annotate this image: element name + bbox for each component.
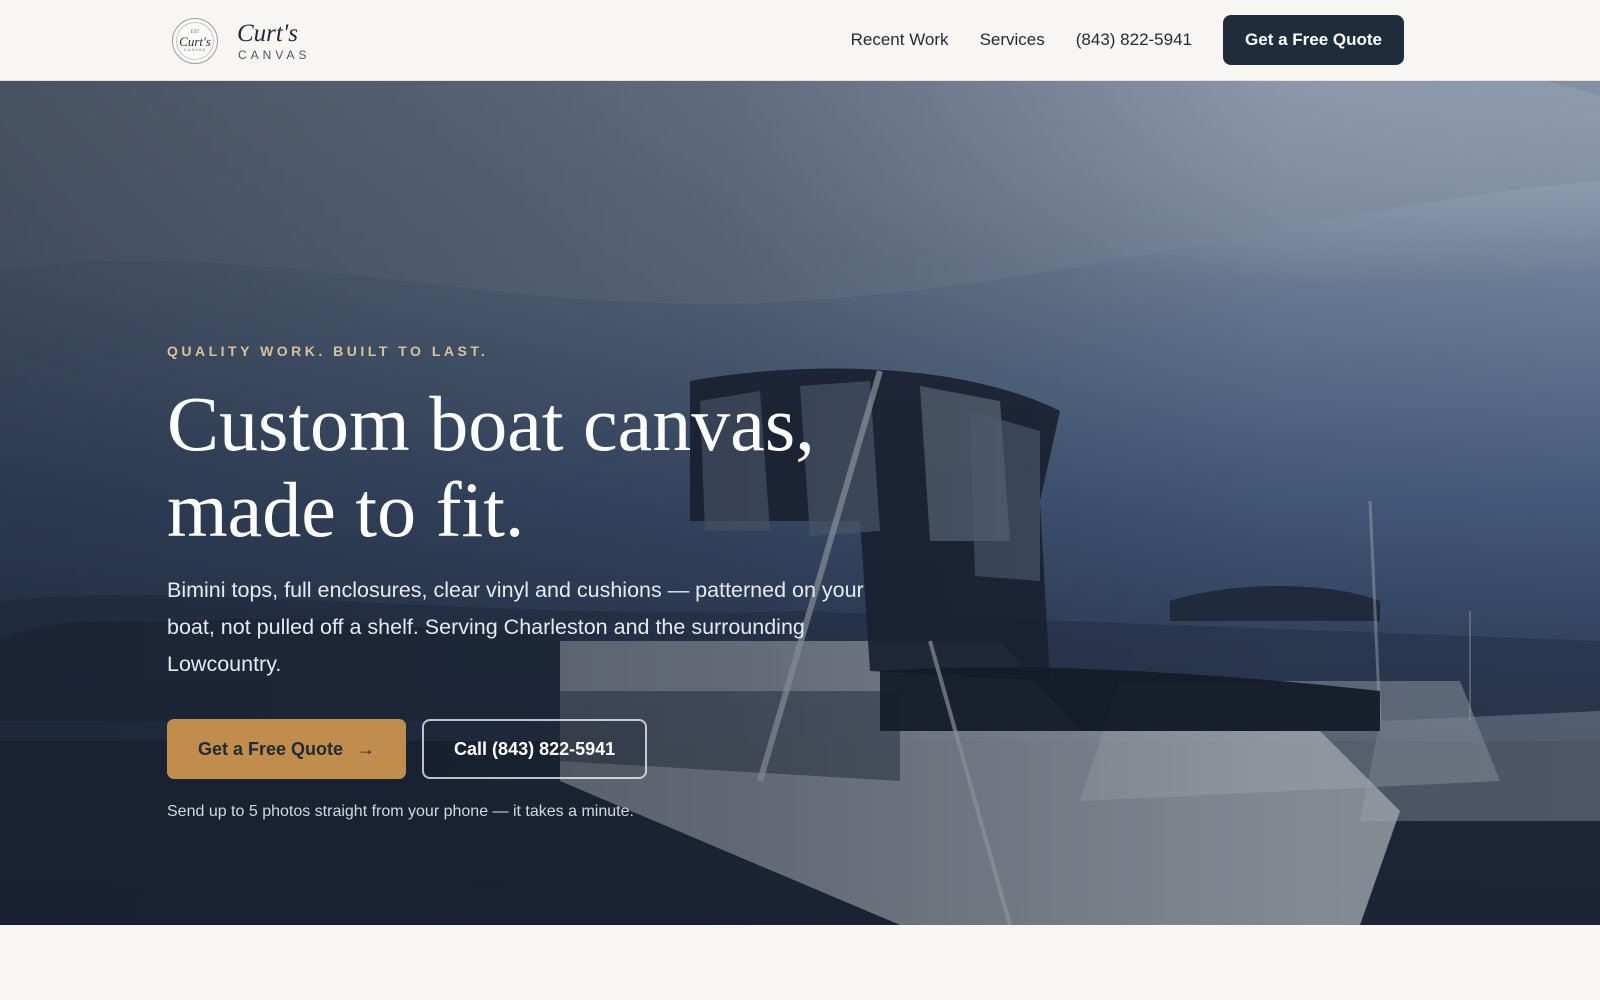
hero-eyebrow: QUALITY WORK. BUILT TO LAST. xyxy=(167,343,489,359)
header-quote-button[interactable]: Get a Free Quote xyxy=(1223,15,1404,65)
hero-description: Bimini tops, full enclosures, clear viny… xyxy=(167,578,864,676)
hero-title: Custom boat canvas, made to fit. xyxy=(167,380,815,553)
nav-phone-link[interactable]: (843) 822-5941 xyxy=(1076,30,1192,50)
nav-services[interactable]: Services xyxy=(980,30,1045,50)
hero-actions: Get a Free Quote → Call (843) 822-5941 xyxy=(167,719,648,779)
seal-main-text: Curt's xyxy=(179,33,211,49)
hero-quote-button[interactable]: Get a Free Quote → xyxy=(167,719,407,779)
hero-note: Send up to 5 photos straight from your p… xyxy=(167,803,634,820)
hero-call-button[interactable]: Call (843) 822-5941 xyxy=(422,719,648,779)
nav-recent-work[interactable]: Recent Work xyxy=(851,30,949,50)
brand-logo-link[interactable]: EST Curt's CANVAS Curt's CANVAS xyxy=(172,16,310,66)
arrow-right-icon: → xyxy=(357,739,376,759)
brand-seal-logo: EST Curt's CANVAS xyxy=(172,18,218,64)
seal-sub-text: CANVAS xyxy=(183,46,207,52)
brand-tagline: CANVAS xyxy=(238,47,311,62)
seal-top-text: EST xyxy=(190,29,200,35)
hero-section: QUALITY WORK. BUILT TO LAST. Custom boat… xyxy=(0,81,1600,925)
site-header: EST Curt's CANVAS Curt's CANVAS Recent W… xyxy=(0,0,1600,81)
brand-wordmark: Curt's CANVAS xyxy=(237,21,310,62)
hero-quote-label: Get a Free Quote xyxy=(198,738,344,759)
main-nav: Recent Work Services (843) 822-5941 Get … xyxy=(851,15,1404,65)
brand-name: Curt's xyxy=(237,19,298,47)
